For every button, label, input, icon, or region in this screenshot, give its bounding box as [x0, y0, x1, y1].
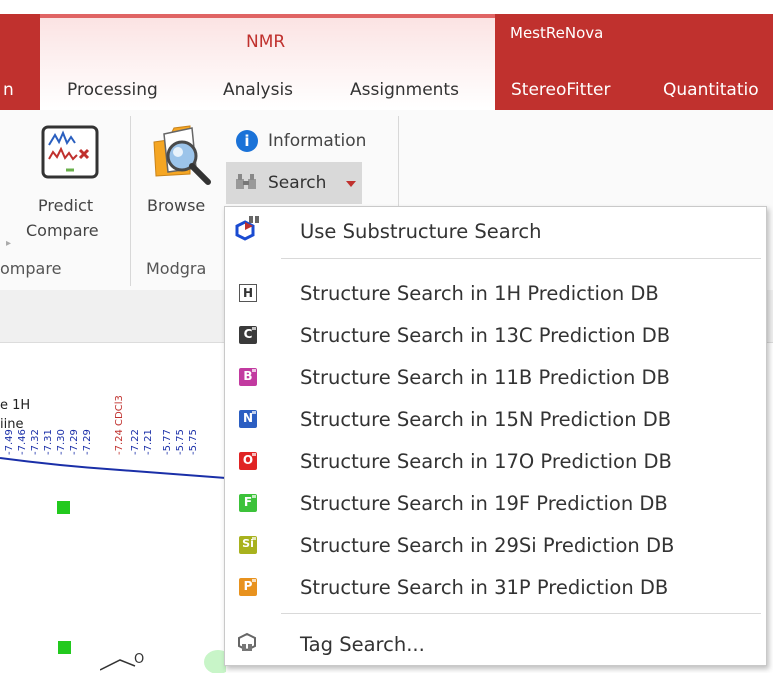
31p-db-icon: P: [239, 578, 257, 596]
predict-label[interactable]: Predict: [38, 196, 93, 215]
menu-item-label: Structure Search in 11B Prediction DB: [300, 366, 670, 389]
19f-db-icon: F: [239, 494, 257, 512]
context-label-mestrenova: MestReNova: [510, 24, 604, 42]
compare-label[interactable]: Compare: [26, 221, 99, 240]
menu-separator: [281, 258, 761, 259]
menu-item-search-1h[interactable]: H Structure Search in 1H Prediction DB: [225, 274, 766, 314]
13c-db-icon: C: [239, 326, 257, 344]
17o-db-icon: O: [239, 452, 257, 470]
browse-icon[interactable]: [150, 118, 216, 190]
tag-search-icon: [235, 631, 259, 655]
menu-item-label: Structure Search in 17O Prediction DB: [300, 450, 672, 473]
spectrum-baseline: [0, 457, 226, 479]
binoculars-icon: [234, 170, 260, 192]
context-header-left: [0, 14, 40, 116]
tab-quantitation[interactable]: Quantitatio: [663, 80, 759, 100]
molecule-atom-label: O: [134, 652, 145, 667]
context-label-nmr: NMR: [246, 32, 286, 52]
menu-item-search-31p[interactable]: P Structure Search in 31P Prediction DB: [225, 568, 766, 608]
search-dropdown-caret-icon[interactable]: [346, 181, 356, 187]
menu-item-search-29si[interactable]: Si Structure Search in 29Si Prediction D…: [225, 526, 766, 566]
menu-item-use-substructure-search[interactable]: Use Substructure Search: [225, 212, 766, 252]
menu-item-search-13c[interactable]: C Structure Search in 13C Prediction DB: [225, 316, 766, 356]
menu-item-search-11b[interactable]: B Structure Search in 11B Prediction DB: [225, 358, 766, 398]
search-button-label[interactable]: Search: [268, 173, 326, 193]
tab-stereofitter[interactable]: StereoFitter: [511, 80, 610, 100]
menu-item-search-15n[interactable]: N Structure Search in 15N Prediction DB: [225, 400, 766, 440]
dropdown-arrow-icon: ▸: [6, 238, 12, 249]
group-separator: [130, 116, 131, 286]
menu-item-label: Use Substructure Search: [300, 220, 542, 243]
menu-item-label: Structure Search in 15N Prediction DB: [300, 408, 672, 431]
15n-db-icon: N: [239, 410, 257, 428]
menu-item-label: Structure Search in 29Si Prediction DB: [300, 534, 675, 557]
solvent-peak-label: -7.24 CDCl3: [114, 395, 125, 455]
tab-partial[interactable]: n: [3, 80, 14, 100]
menu-item-label: Tag Search...: [300, 633, 425, 656]
menu-item-label: Structure Search in 13C Prediction DB: [300, 324, 671, 347]
substructure-search-icon: [233, 216, 261, 244]
group-label-modgraph: Modgra: [146, 259, 207, 278]
menu-item-search-19f[interactable]: F Structure Search in 19F Prediction DB: [225, 484, 766, 524]
menu-separator: [281, 613, 761, 614]
browse-label[interactable]: Browse: [147, 196, 205, 215]
group-label-compare: ompare: [0, 259, 62, 278]
group-separator: [398, 116, 399, 206]
information-icon[interactable]: i: [236, 130, 258, 152]
menu-item-label: Structure Search in 1H Prediction DB: [300, 282, 659, 305]
selection-handle[interactable]: [58, 641, 71, 654]
29si-db-icon: Si: [239, 536, 257, 554]
spectrum-title-line1: e 1H: [0, 398, 31, 413]
predict-compare-icon[interactable]: [40, 124, 100, 184]
molecule-structure: [100, 650, 226, 673]
1h-db-icon: H: [239, 284, 257, 302]
menu-item-label: Structure Search in 19F Prediction DB: [300, 492, 668, 515]
11b-db-icon: B: [239, 368, 257, 386]
tab-analysis[interactable]: Analysis: [223, 80, 293, 100]
search-dropdown-menu: Use Substructure Search H Structure Sear…: [224, 206, 767, 666]
menu-item-search-17o[interactable]: O Structure Search in 17O Prediction DB: [225, 442, 766, 482]
selection-handle[interactable]: [57, 501, 70, 514]
menu-item-tag-search[interactable]: Tag Search...: [225, 625, 766, 665]
tab-processing[interactable]: Processing: [67, 80, 158, 100]
tab-assignments[interactable]: Assignments: [350, 80, 459, 100]
information-button[interactable]: Information: [268, 131, 366, 151]
menu-item-label: Structure Search in 31P Prediction DB: [300, 576, 669, 599]
